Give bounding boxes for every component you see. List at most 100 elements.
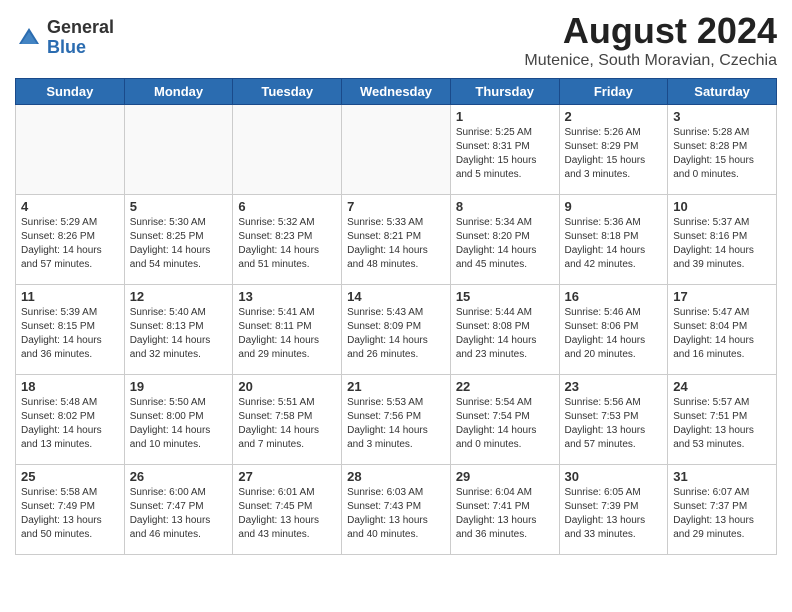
- table-row: 12Sunrise: 5:40 AM Sunset: 8:13 PM Dayli…: [124, 285, 233, 375]
- table-row: 6 Sunrise: 5:32 AM Sunset: 8:23 PM Daylig…: [233, 195, 342, 285]
- header-sunday: Sunday: [16, 79, 125, 105]
- header-tuesday: Tuesday: [233, 79, 342, 105]
- day-number: 5: [130, 199, 228, 214]
- table-row: 23 Sunrise: 5:56 AM Sunset: 7:53 PM Dayli…: [559, 375, 668, 465]
- day-number: 16: [565, 289, 663, 304]
- day-info: Sunrise: 5:44 AM Sunset: 8:08 PM Dayligh…: [456, 306, 554, 362]
- day-info: Sunrise: 5:33 AM Sunset: 8:21 PM Dayligh…: [347, 216, 445, 272]
- day-number: 25: [21, 469, 119, 484]
- table-row: 11 Sunrise: 5:39 AM Sunset: 8:15 PM Dayli…: [16, 285, 125, 375]
- table-row: 4 Sunrise: 5:29 AM Sunset: 8:26 PM Daylig…: [16, 195, 125, 285]
- day-number: 14: [347, 289, 445, 304]
- header-saturday: Saturday: [668, 79, 777, 105]
- table-row: 20Sunrise: 5:51 AM Sunset: 7:58 PM Dayli…: [233, 375, 342, 465]
- day-number: 21: [347, 379, 445, 394]
- days-header-row: SundayMondayTuesdayWednesdayThursdayFrid…: [16, 79, 777, 105]
- table-row: 21 Sunrise: 5:53 AM Sunset: 7:56 PM Dayli…: [342, 375, 451, 465]
- month-year: August 2024: [524, 10, 777, 52]
- table-row: 3Sunrise: 5:28 AM Sunset: 8:28 PM Daylig…: [668, 105, 777, 195]
- week-row-3: 11 Sunrise: 5:39 AM Sunset: 8:15 PM Dayli…: [16, 285, 777, 375]
- day-info: Sunrise: 5:41 AM Sunset: 8:11 PM Dayligh…: [238, 306, 336, 362]
- day-info: Sunrise: 6:04 AM Sunset: 7:41 PM Dayligh…: [456, 486, 554, 542]
- header-thursday: Thursday: [450, 79, 559, 105]
- calendar-header: SundayMondayTuesdayWednesdayThursdayFrid…: [16, 79, 777, 105]
- day-info: Sunrise: 5:54 AM Sunset: 7:54 PM Dayligh…: [456, 396, 554, 452]
- day-info: Sunrise: 5:48 AM Sunset: 8:02 PM Dayligh…: [21, 396, 119, 452]
- day-info: Sunrise: 5:34 AM Sunset: 8:20 PM Dayligh…: [456, 216, 554, 272]
- week-row-2: 4 Sunrise: 5:29 AM Sunset: 8:26 PM Daylig…: [16, 195, 777, 285]
- day-info: Sunrise: 6:03 AM Sunset: 7:43 PM Dayligh…: [347, 486, 445, 542]
- day-number: 31: [673, 469, 771, 484]
- day-number: 6: [238, 199, 336, 214]
- day-info: Sunrise: 5:46 AM Sunset: 8:06 PM Dayligh…: [565, 306, 663, 362]
- calendar: SundayMondayTuesdayWednesdayThursdayFrid…: [15, 78, 777, 555]
- day-number: 29: [456, 469, 554, 484]
- day-number: 10: [673, 199, 771, 214]
- day-info: Sunrise: 5:56 AM Sunset: 7:53 PM Dayligh…: [565, 396, 663, 452]
- day-number: 7: [347, 199, 445, 214]
- day-info: Sunrise: 6:01 AM Sunset: 7:45 PM Dayligh…: [238, 486, 336, 542]
- day-info: Sunrise: 5:39 AM Sunset: 8:15 PM Dayligh…: [21, 306, 119, 362]
- logo-icon: [15, 24, 43, 52]
- day-info: Sunrise: 5:26 AM Sunset: 8:29 PM Dayligh…: [565, 126, 663, 182]
- day-info: Sunrise: 5:58 AM Sunset: 7:49 PM Dayligh…: [21, 486, 119, 542]
- table-row: 28 Sunrise: 6:03 AM Sunset: 7:43 PM Dayli…: [342, 465, 451, 555]
- day-number: 11: [21, 289, 119, 304]
- day-number: 24: [673, 379, 771, 394]
- day-number: 2: [565, 109, 663, 124]
- header-monday: Monday: [124, 79, 233, 105]
- header-friday: Friday: [559, 79, 668, 105]
- week-row-1: 1 Sunrise: 5:25 AM Sunset: 8:31 PM Daylig…: [16, 105, 777, 195]
- table-row: 27Sunrise: 6:01 AM Sunset: 7:45 PM Dayli…: [233, 465, 342, 555]
- day-info: Sunrise: 5:29 AM Sunset: 8:26 PM Dayligh…: [21, 216, 119, 272]
- day-number: 17: [673, 289, 771, 304]
- day-info: Sunrise: 6:00 AM Sunset: 7:47 PM Dayligh…: [130, 486, 228, 542]
- table-row: 9Sunrise: 5:36 AM Sunset: 8:18 PM Daylig…: [559, 195, 668, 285]
- day-info: Sunrise: 5:47 AM Sunset: 8:04 PM Dayligh…: [673, 306, 771, 362]
- day-number: 9: [565, 199, 663, 214]
- title-section: August 2024 Mutenice, South Moravian, Cz…: [524, 10, 777, 70]
- day-info: Sunrise: 5:37 AM Sunset: 8:16 PM Dayligh…: [673, 216, 771, 272]
- day-number: 30: [565, 469, 663, 484]
- table-row: 14Sunrise: 5:43 AM Sunset: 8:09 PM Dayli…: [342, 285, 451, 375]
- table-row: 26Sunrise: 6:00 AM Sunset: 7:47 PM Dayli…: [124, 465, 233, 555]
- day-info: Sunrise: 5:30 AM Sunset: 8:25 PM Dayligh…: [130, 216, 228, 272]
- logo-text: General Blue: [47, 18, 114, 58]
- day-info: Sunrise: 5:50 AM Sunset: 8:00 PM Dayligh…: [130, 396, 228, 452]
- table-row: 1 Sunrise: 5:25 AM Sunset: 8:31 PM Daylig…: [450, 105, 559, 195]
- day-info: Sunrise: 6:07 AM Sunset: 7:37 PM Dayligh…: [673, 486, 771, 542]
- day-info: Sunrise: 5:32 AM Sunset: 8:23 PM Dayligh…: [238, 216, 336, 272]
- day-info: Sunrise: 5:57 AM Sunset: 7:51 PM Dayligh…: [673, 396, 771, 452]
- logo: General Blue: [15, 18, 114, 58]
- table-row: 30 Sunrise: 6:05 AM Sunset: 7:39 PM Dayli…: [559, 465, 668, 555]
- table-row: [233, 105, 342, 195]
- table-row: 10 Sunrise: 5:37 AM Sunset: 8:16 PM Dayli…: [668, 195, 777, 285]
- day-number: 13: [238, 289, 336, 304]
- day-info: Sunrise: 5:53 AM Sunset: 7:56 PM Dayligh…: [347, 396, 445, 452]
- day-number: 23: [565, 379, 663, 394]
- week-row-4: 18 Sunrise: 5:48 AM Sunset: 8:02 PM Dayli…: [16, 375, 777, 465]
- table-row: 15 Sunrise: 5:44 AM Sunset: 8:08 PM Dayli…: [450, 285, 559, 375]
- day-number: 3: [673, 109, 771, 124]
- table-row: 16 Sunrise: 5:46 AM Sunset: 8:06 PM Dayli…: [559, 285, 668, 375]
- header: General Blue August 2024 Mutenice, South…: [15, 10, 777, 70]
- table-row: 18 Sunrise: 5:48 AM Sunset: 8:02 PM Dayli…: [16, 375, 125, 465]
- day-number: 18: [21, 379, 119, 394]
- table-row: 19 Sunrise: 5:50 AM Sunset: 8:00 PM Dayli…: [124, 375, 233, 465]
- day-number: 1: [456, 109, 554, 124]
- table-row: 5 Sunrise: 5:30 AM Sunset: 8:25 PM Daylig…: [124, 195, 233, 285]
- table-row: 17 Sunrise: 5:47 AM Sunset: 8:04 PM Dayli…: [668, 285, 777, 375]
- table-row: 2 Sunrise: 5:26 AM Sunset: 8:29 PM Daylig…: [559, 105, 668, 195]
- table-row: 22 Sunrise: 5:54 AM Sunset: 7:54 PM Dayli…: [450, 375, 559, 465]
- day-info: Sunrise: 5:25 AM Sunset: 8:31 PM Dayligh…: [456, 126, 554, 182]
- table-row: [124, 105, 233, 195]
- table-row: 8Sunrise: 5:34 AM Sunset: 8:20 PM Daylig…: [450, 195, 559, 285]
- day-number: 19: [130, 379, 228, 394]
- day-number: 15: [456, 289, 554, 304]
- header-wednesday: Wednesday: [342, 79, 451, 105]
- day-info: Sunrise: 6:05 AM Sunset: 7:39 PM Dayligh…: [565, 486, 663, 542]
- day-number: 28: [347, 469, 445, 484]
- day-number: 22: [456, 379, 554, 394]
- day-number: 4: [21, 199, 119, 214]
- day-info: Sunrise: 5:40 AM Sunset: 8:13 PM Dayligh…: [130, 306, 228, 362]
